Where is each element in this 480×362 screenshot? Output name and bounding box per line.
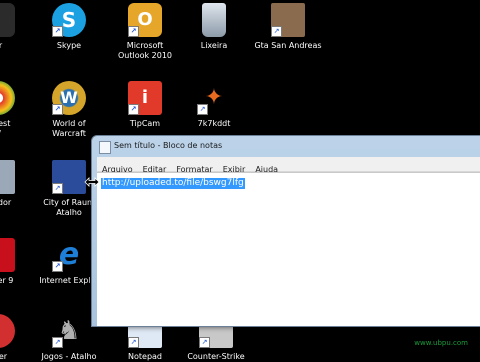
pdf-reader-icon: ↗ bbox=[0, 238, 15, 272]
text-editor-area[interactable]: http://uploaded.to/file/bswg7lfg bbox=[97, 172, 480, 326]
desktop-icon-7k7kddt[interactable]: ✦ ↗ 7k7kddt bbox=[176, 81, 252, 129]
shortcut-arrow-icon: ↗ bbox=[52, 26, 63, 37]
shortcut-arrow-icon: ↗ bbox=[128, 337, 139, 348]
notepad-window[interactable]: Sem título - Bloco de notas Arquivo Edita… bbox=[91, 135, 480, 327]
desktop-icon-label: Gta San Andreas bbox=[254, 41, 322, 50]
monitor-icon: ↗ bbox=[0, 160, 15, 194]
desktop-icon-label: Skype bbox=[56, 41, 82, 50]
app-icon: ↗ bbox=[0, 81, 15, 115]
shortcut-arrow-icon: ↗ bbox=[52, 104, 63, 115]
warcraft-icon: W ↗ bbox=[52, 81, 86, 115]
outlook-icon: O ↗ bbox=[128, 3, 162, 37]
app-icon: ↗ bbox=[0, 314, 15, 348]
chess-icon: ♞ ↗ bbox=[52, 314, 86, 348]
window-title: Sem título - Bloco de notas bbox=[114, 141, 223, 150]
watermark: www.ubpu.com bbox=[414, 339, 468, 347]
rocket-icon: ✦ ↗ bbox=[197, 81, 231, 115]
desktop-icon-warcraft[interactable]: W ↗ World of Warcraft bbox=[31, 81, 107, 139]
desktop-icon-tipcam[interactable]: i ↗ TipCam bbox=[107, 81, 183, 129]
shortcut-arrow-icon: ↗ bbox=[52, 261, 63, 272]
shortcut-arrow-icon: ↗ bbox=[197, 104, 208, 115]
tipcam-icon: i ↗ bbox=[128, 81, 162, 115]
shortcut-arrow-icon: ↗ bbox=[128, 26, 139, 37]
gta-icon: ↗ bbox=[271, 3, 305, 37]
app-icon: ↗ bbox=[0, 3, 15, 37]
desktop-icon-label: Microsoft Outlook 2010 bbox=[117, 41, 173, 60]
resize-cursor-icon bbox=[84, 177, 100, 187]
desktop: ↗ er S↗ Skype O↗ Microsoft Outlook 2010 … bbox=[0, 0, 480, 361]
recycle-bin-icon bbox=[202, 3, 226, 37]
desktop-icon-label: Jogos - Atalho bbox=[41, 352, 97, 361]
shortcut-arrow-icon: ↗ bbox=[271, 26, 282, 37]
shortcut-arrow-icon: ↗ bbox=[199, 337, 210, 348]
skype-icon: S ↗ bbox=[52, 3, 86, 37]
desktop-icon-skype[interactable]: S ↗ Skype bbox=[31, 3, 107, 51]
selected-text[interactable]: http://uploaded.to/file/bswg7lfg bbox=[101, 178, 245, 189]
city-of-raum-icon: ↗ bbox=[52, 160, 86, 194]
internet-explorer-icon: e ↗ bbox=[52, 238, 86, 272]
shortcut-arrow-icon: ↗ bbox=[128, 104, 139, 115]
shortcut-arrow-icon: ↗ bbox=[52, 337, 63, 348]
desktop-icon-outlook[interactable]: O ↗ Microsoft Outlook 2010 bbox=[107, 3, 183, 61]
desktop-icon-gta[interactable]: ↗ Gta San Andreas bbox=[250, 3, 326, 51]
shortcut-arrow-icon: ↗ bbox=[52, 183, 63, 194]
desktop-icon-label: TipCam bbox=[129, 119, 161, 128]
window-titlebar[interactable]: Sem título - Bloco de notas bbox=[92, 136, 480, 157]
desktop-icon-lixeira[interactable]: Lixeira bbox=[176, 3, 252, 51]
desktop-icon-label: Notepad bbox=[128, 352, 162, 361]
menu-bar: Arquivo Editar Formatar Exibir Ajuda bbox=[97, 157, 480, 174]
notepad-app-icon bbox=[99, 141, 111, 154]
desktop-icon-label: 7k7kddt bbox=[197, 119, 231, 128]
desktop-icon-label: Lixeira bbox=[200, 41, 228, 50]
desktop-icon-label: Counter-Strike bbox=[187, 352, 245, 361]
